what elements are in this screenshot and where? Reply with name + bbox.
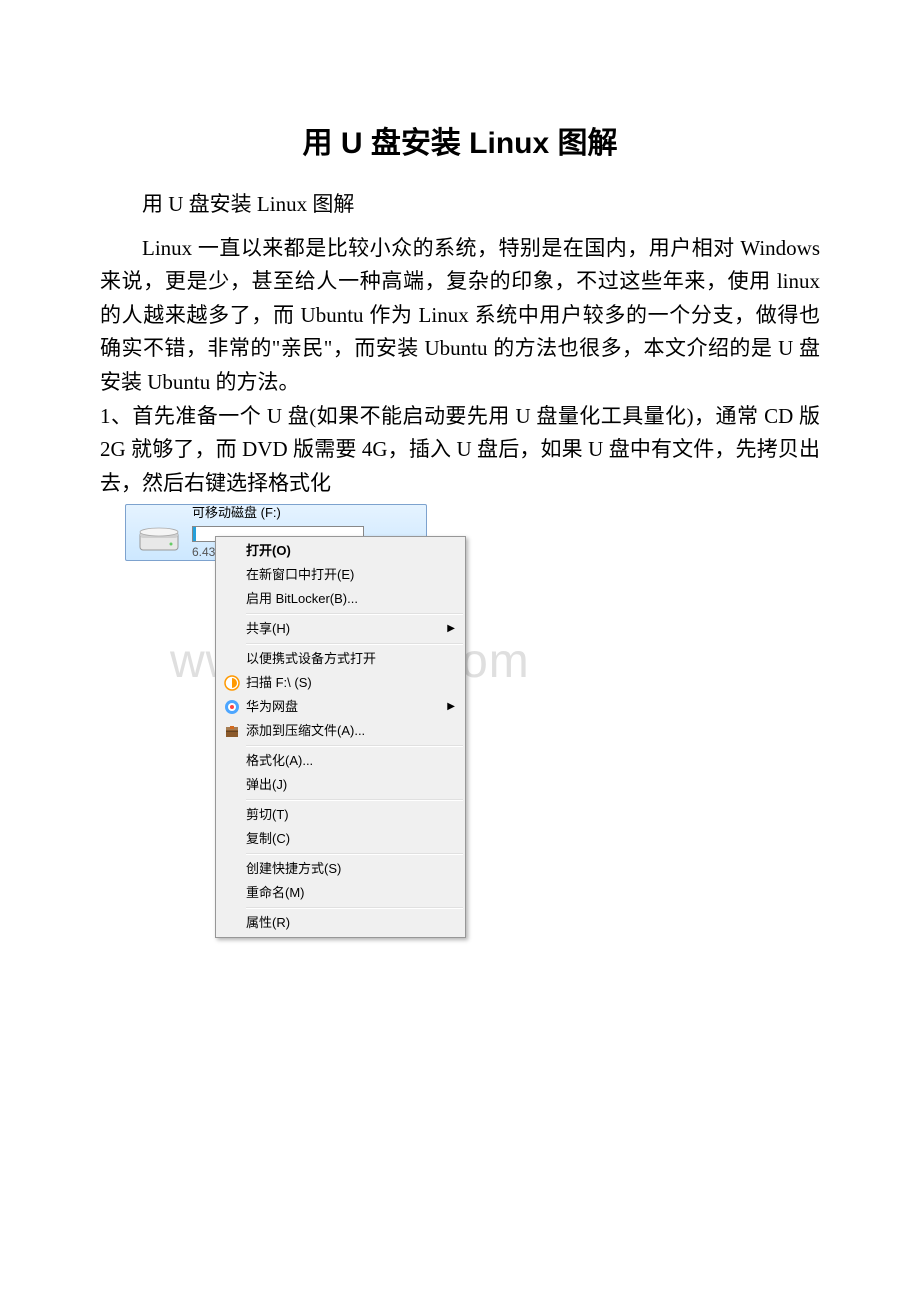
menu-open[interactable]: 打开(O): [218, 539, 463, 563]
chevron-right-icon: ▶: [447, 621, 455, 637]
menu-eject[interactable]: 弹出(J): [218, 773, 463, 797]
menu-format[interactable]: 格式化(A)...: [218, 749, 463, 773]
paragraph-intro: Linux 一直以来都是比较小众的系统，特别是在国内，用户相对 Windows …: [100, 232, 820, 400]
menu-open-new-label: 在新窗口中打开(E): [246, 565, 439, 586]
menu-scan-label: 扫描 F:\ (S): [246, 673, 439, 694]
menu-portable-device[interactable]: 以便携式设备方式打开: [218, 647, 463, 671]
menu-share-label: 共享(H): [246, 619, 439, 640]
menu-rename[interactable]: 重命名(M): [218, 881, 463, 905]
drive-icon: [134, 513, 184, 558]
cloud-icon: [218, 699, 246, 715]
archive-icon: [218, 723, 246, 739]
menu-add-to-archive[interactable]: 添加到压缩文件(A)...: [218, 719, 463, 743]
menu-bitlocker-label: 启用 BitLocker(B)...: [246, 589, 439, 610]
menu-huawei-cloud[interactable]: 华为网盘 ▶: [218, 695, 463, 719]
screenshot-context-menu: 可移动磁盘 (F:) 6.43 G www.bdocx.com 打开(O) 在新…: [100, 504, 530, 994]
subtitle-text: 用 U 盘安装 Linux 图解: [100, 188, 820, 222]
menu-share[interactable]: 共享(H) ▶: [218, 617, 463, 641]
menu-scan[interactable]: 扫描 F:\ (S): [218, 671, 463, 695]
drive-label: 可移动磁盘 (F:): [192, 503, 416, 524]
menu-properties-label: 属性(R): [246, 913, 439, 934]
menu-cut-label: 剪切(T): [246, 805, 439, 826]
menu-portable-label: 以便携式设备方式打开: [246, 649, 439, 670]
menu-eject-label: 弹出(J): [246, 775, 439, 796]
menu-shortcut-label: 创建快捷方式(S): [246, 859, 439, 880]
menu-rename-label: 重命名(M): [246, 883, 439, 904]
menu-cut[interactable]: 剪切(T): [218, 803, 463, 827]
menu-open-new-window[interactable]: 在新窗口中打开(E): [218, 563, 463, 587]
menu-copy-label: 复制(C): [246, 829, 439, 850]
paragraph-step1: 1、首先准备一个 U 盘(如果不能启动要先用 U 盘量化工具量化)，通常 CD …: [100, 400, 820, 501]
menu-compress-label: 添加到压缩文件(A)...: [246, 721, 439, 742]
page-title: 用 U 盘安装 Linux 图解: [100, 120, 820, 168]
menu-copy[interactable]: 复制(C): [218, 827, 463, 851]
chevron-right-icon: ▶: [447, 699, 455, 715]
menu-huawei-label: 华为网盘: [246, 697, 439, 718]
menu-format-label: 格式化(A)...: [246, 751, 439, 772]
menu-bitlocker[interactable]: 启用 BitLocker(B)...: [218, 587, 463, 611]
menu-create-shortcut[interactable]: 创建快捷方式(S): [218, 857, 463, 881]
shield-icon: [218, 675, 246, 691]
context-menu: 打开(O) 在新窗口中打开(E) 启用 BitLocker(B)... 共享(H…: [215, 536, 466, 938]
menu-open-label: 打开(O): [246, 541, 439, 562]
menu-properties[interactable]: 属性(R): [218, 911, 463, 935]
